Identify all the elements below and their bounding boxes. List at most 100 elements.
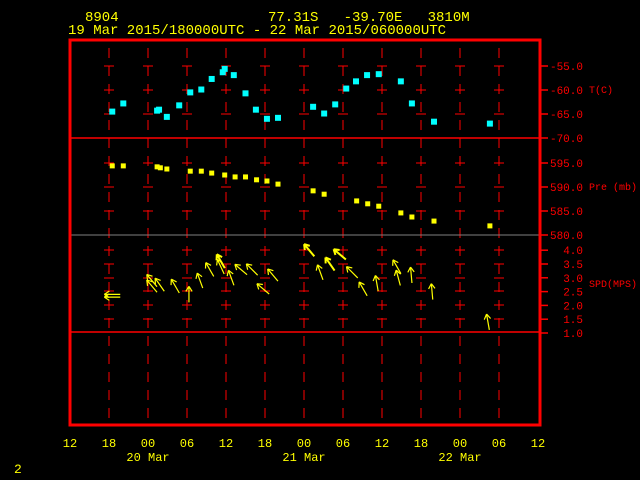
temperature-tick-label: -65.0: [550, 110, 583, 122]
temperature-point: [263, 115, 270, 122]
wind-arrow: [324, 256, 336, 272]
wind-arrow-shape: [483, 313, 492, 330]
wind-arrow: [345, 266, 359, 279]
x-tick-label: 06: [180, 437, 194, 451]
temperature-point: [109, 108, 116, 115]
wind-arrow-shape: [358, 281, 368, 297]
x-tick-label: 00: [141, 437, 155, 451]
pressure-tick-label: 580.0: [550, 231, 583, 243]
temperature-point: [163, 113, 170, 120]
wind-arrow-shape: [267, 268, 279, 282]
temperature-point: [375, 71, 382, 78]
pressure-axis-label: Pre (mb): [589, 182, 637, 194]
wind-speed-tick-label: 4.0: [563, 246, 583, 258]
temperature-point: [343, 85, 350, 92]
pressure-point: [198, 168, 204, 174]
wind-arrow: [245, 263, 259, 276]
wind-arrow-shape: [195, 272, 204, 289]
pressure-tick-label: 585.0: [550, 207, 583, 219]
pressure-point: [321, 191, 327, 197]
pressure-point: [254, 177, 260, 183]
pressure-point: [487, 223, 493, 229]
x-tick-label: 00: [453, 437, 467, 451]
x-tick-label: 18: [258, 437, 272, 451]
wind-arrow: [195, 272, 204, 289]
wind-arrow-shape: [345, 266, 359, 279]
wind-arrow: [170, 278, 180, 294]
x-tick-label: 06: [336, 437, 350, 451]
wind-speed-tick-label: 2.0: [563, 301, 583, 313]
x-tick-label: 18: [414, 437, 428, 451]
pressure-point: [232, 174, 238, 180]
pressure-point: [275, 181, 281, 187]
meteogram: -55.0 -60.0 -65.0 -70.0 T(C) 595.0 590.0 585.0 5…: [63, 38, 637, 465]
pressure-point: [398, 210, 404, 216]
temperature-point: [332, 101, 339, 108]
wind-arrow: [204, 262, 215, 277]
wind-arrow-shape: [204, 262, 215, 277]
x-tick-label: 12: [375, 437, 389, 451]
wind-speed-tick-label: 2.5: [563, 288, 583, 300]
temperature-point: [221, 65, 228, 72]
wind-arrow-shape: [315, 264, 324, 281]
temperature-point: [364, 72, 371, 79]
temperature-tick-label: -55.0: [550, 62, 583, 74]
temperature-point: [408, 100, 415, 107]
x-date-label: 22 Mar: [438, 451, 481, 465]
plot-frame: [68, 38, 542, 427]
pressure-point: [222, 172, 228, 178]
x-tick-label: 00: [297, 437, 311, 451]
wind-arrow: [154, 277, 165, 292]
wind-arrow: [332, 248, 347, 261]
temperature-tick-label: -60.0: [550, 86, 583, 98]
x-tick-label: 12: [531, 437, 545, 451]
wind-arrow-shape: [324, 256, 336, 272]
wind-arrow-shape: [256, 283, 270, 295]
pressure-tick-label: 595.0: [550, 159, 583, 171]
pressure-point: [376, 203, 382, 209]
temperature-point: [242, 90, 249, 97]
wind-arrow: [428, 283, 436, 300]
wind-arrow-shape: [170, 278, 180, 294]
temperature-point: [198, 86, 205, 93]
temperature-tick-label: -70.0: [550, 134, 583, 146]
wind-arrow-shape: [154, 277, 165, 292]
wind-arrow: [256, 283, 270, 295]
wind-speed-tick-label: 3.5: [563, 260, 583, 272]
temperature-point: [486, 120, 493, 127]
wind-arrow-shape: [234, 263, 248, 276]
wind-arrow: [483, 313, 492, 330]
pressure-point: [310, 188, 316, 194]
wind-arrow: [267, 268, 279, 282]
wind-arrow-shape: [407, 266, 415, 284]
x-tick-label: 12: [219, 437, 233, 451]
temperature-point: [176, 102, 183, 109]
temperature-point: [275, 114, 281, 121]
wind-speed-tick-label: 1.5: [563, 315, 583, 327]
pressure-point: [243, 174, 248, 180]
pressure-point: [209, 170, 215, 176]
x-date-label: 20 Mar: [126, 451, 169, 465]
wind-speed-tick-label: 3.0: [563, 274, 583, 286]
temperature-point: [397, 78, 404, 85]
temperature-point: [156, 106, 163, 113]
wind-speed-tick-label: 1.0: [563, 329, 583, 341]
temperature-point: [310, 103, 317, 110]
temperature-point: [230, 72, 237, 79]
pressure-point: [109, 163, 115, 169]
pressure-tick-label: 590.0: [550, 183, 583, 195]
wind-arrow: [407, 266, 415, 284]
wind-arrow-shape: [332, 248, 347, 261]
pressure-point: [187, 168, 193, 174]
pressure-point: [264, 178, 270, 184]
pressure-point: [120, 163, 126, 169]
pressure-point: [157, 165, 163, 171]
pressure-point: [354, 198, 360, 204]
wind-arrow: [234, 263, 248, 276]
wind-arrow: [358, 281, 368, 297]
x-date-label: 21 Mar: [282, 451, 325, 465]
temperature-point: [431, 118, 437, 125]
pressure-point: [409, 214, 415, 220]
x-tick-label: 06: [492, 437, 506, 451]
temperature-point: [252, 106, 259, 113]
